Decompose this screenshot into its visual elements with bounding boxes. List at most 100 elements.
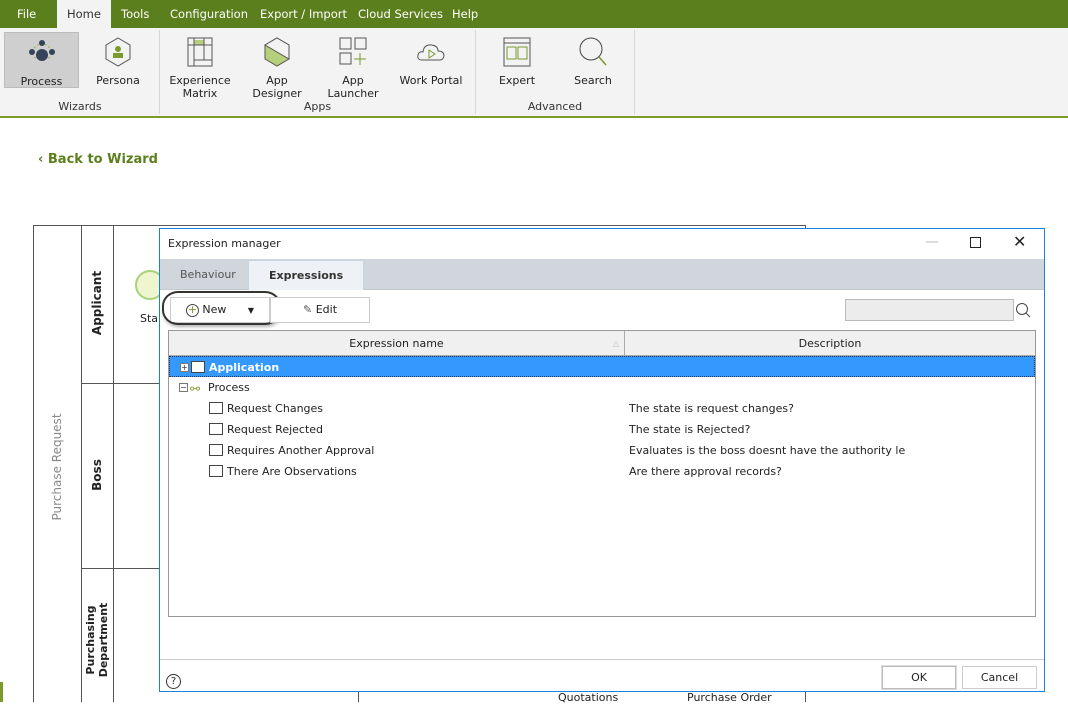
edit-label: Edit bbox=[315, 303, 338, 316]
menu-help[interactable]: Help bbox=[442, 0, 488, 28]
app-designer-button[interactable]: App Designer bbox=[240, 32, 314, 100]
group-advanced: Advanced bbox=[527, 100, 583, 113]
expression-name: There Are Observations bbox=[227, 465, 357, 478]
process-icon bbox=[28, 40, 55, 61]
expression-name: Request Rejected bbox=[227, 423, 324, 436]
table-row[interactable]: + Application bbox=[169, 356, 1035, 377]
menu-home[interactable]: Home bbox=[57, 0, 111, 28]
chevron-left-icon: ‹ bbox=[38, 152, 48, 167]
expression-description: The state is Rejected? bbox=[629, 423, 751, 436]
expression-description: Evaluates is the boss doesnt have the au… bbox=[629, 444, 906, 457]
divider bbox=[634, 30, 635, 114]
menu-export-import[interactable]: Export / Import bbox=[250, 0, 357, 28]
process-tree-icon: ⚯ bbox=[190, 382, 201, 396]
lane-border bbox=[81, 568, 161, 569]
expression-icon bbox=[209, 465, 223, 477]
menu-configuration[interactable]: Configuration bbox=[160, 0, 258, 28]
lane-border bbox=[113, 225, 114, 702]
search-label: Search bbox=[574, 74, 612, 87]
lane-boss: Boss bbox=[90, 459, 104, 491]
search-icon bbox=[579, 37, 607, 66]
expression-icon bbox=[209, 402, 223, 414]
dialog-title: Expression manager bbox=[168, 237, 281, 250]
lane-applicant: Applicant bbox=[90, 270, 104, 336]
menu-file[interactable]: File bbox=[7, 0, 46, 28]
ribbon: Process Persona Wizards Experience Matri… bbox=[0, 28, 1068, 118]
tab-strip: Behaviour Expressions bbox=[160, 259, 1044, 290]
task-quotations[interactable]: Quotations bbox=[558, 691, 618, 704]
persona-button[interactable]: Persona bbox=[86, 32, 150, 88]
footer-divider bbox=[160, 659, 1044, 660]
app-launcher-button[interactable]: App Launcher bbox=[317, 32, 389, 100]
table-row[interactable]: Request Changes The state is request chan… bbox=[169, 398, 1035, 419]
column-header-description[interactable]: Description bbox=[625, 331, 1035, 356]
lane-purchasing: Purchasing Department bbox=[84, 602, 110, 678]
menu-bar: File Home Tools Configuration Export / I… bbox=[0, 0, 1068, 28]
expression-name: Process bbox=[208, 381, 250, 394]
pool-border bbox=[33, 225, 805, 226]
pool-border bbox=[81, 225, 82, 702]
process-button[interactable]: Process bbox=[4, 32, 79, 88]
menu-cloud-services[interactable]: Cloud Services bbox=[348, 0, 453, 28]
expressions-grid: Expression name △ Description + Applicatio… bbox=[168, 330, 1036, 617]
back-label: Back to Wizard bbox=[47, 152, 158, 167]
table-row[interactable]: There Are Observations Are there approval… bbox=[169, 461, 1035, 482]
app-launcher-icon bbox=[339, 37, 367, 65]
expression-icon bbox=[191, 361, 205, 373]
pencil-icon: ✎ bbox=[302, 303, 313, 316]
pool-border bbox=[33, 225, 34, 702]
lane-border bbox=[81, 383, 161, 384]
sort-icon: △ bbox=[612, 339, 619, 348]
expert-icon bbox=[503, 37, 531, 67]
table-row[interactable]: Request Rejected The state is Rejected? bbox=[169, 419, 1035, 440]
column-name-label: Expression name bbox=[349, 337, 444, 350]
task-purchase-order[interactable]: Purchase Order bbox=[687, 691, 772, 704]
highlight-ellipse bbox=[162, 291, 281, 325]
search-icon[interactable] bbox=[1015, 302, 1031, 318]
expression-description: The state is request changes? bbox=[629, 402, 794, 415]
tab-behaviour[interactable]: Behaviour bbox=[160, 260, 256, 290]
expression-name: Request Changes bbox=[227, 402, 324, 415]
expand-icon[interactable]: + bbox=[180, 363, 189, 372]
expert-button[interactable]: Expert bbox=[490, 32, 544, 88]
expert-label: Expert bbox=[498, 74, 536, 87]
scroll-indicator bbox=[0, 682, 3, 702]
expression-icon bbox=[209, 423, 223, 435]
maximize-button[interactable] bbox=[970, 237, 981, 248]
table-row[interactable]: Requires Another Approval Evaluates is th… bbox=[169, 440, 1035, 461]
search-input[interactable] bbox=[845, 299, 1014, 321]
edit-button[interactable]: ✎ Edit bbox=[270, 297, 370, 323]
experience-matrix-button[interactable]: Experience Matrix bbox=[168, 32, 232, 100]
table-row[interactable]: − ⚯ Process bbox=[169, 377, 1035, 398]
cancel-button[interactable]: Cancel bbox=[962, 666, 1037, 689]
lane-border bbox=[358, 691, 359, 702]
app-designer-icon bbox=[264, 37, 290, 67]
group-apps: Apps bbox=[303, 100, 332, 113]
ok-button[interactable]: OK bbox=[882, 666, 956, 689]
back-to-wizard-link[interactable]: ‹ Back to Wizard bbox=[38, 152, 158, 167]
matrix-icon bbox=[187, 37, 213, 67]
expression-description: Are there approval records? bbox=[629, 465, 782, 478]
close-button[interactable]: ✕ bbox=[1013, 232, 1026, 251]
column-header-name[interactable]: Expression name △ bbox=[169, 331, 625, 356]
minimize-button[interactable]: — bbox=[925, 234, 939, 250]
menu-tools[interactable]: Tools bbox=[111, 0, 159, 28]
expression-name: Requires Another Approval bbox=[227, 444, 375, 457]
process-label: Process bbox=[20, 75, 63, 88]
group-wizards: Wizards bbox=[58, 100, 102, 113]
expression-manager-dialog: Expression manager — ✕ Behaviour Express… bbox=[159, 228, 1045, 692]
help-icon[interactable]: ? bbox=[166, 674, 181, 689]
search-button[interactable]: Search bbox=[566, 32, 620, 88]
tab-expressions[interactable]: Expressions bbox=[248, 260, 365, 290]
expression-name: Application bbox=[209, 361, 280, 374]
collapse-icon[interactable]: − bbox=[179, 383, 188, 392]
app-designer-label: App Designer bbox=[252, 74, 302, 100]
persona-icon bbox=[105, 37, 131, 67]
persona-label: Persona bbox=[96, 74, 140, 87]
work-portal-label: Work Portal bbox=[399, 74, 463, 87]
app-launcher-label: App Launcher bbox=[327, 74, 379, 100]
pool-label: Purchase Request bbox=[50, 413, 64, 521]
cloud-play-icon bbox=[417, 44, 445, 61]
experience-matrix-label: Experience Matrix bbox=[169, 74, 231, 100]
work-portal-button[interactable]: Work Portal bbox=[397, 32, 465, 88]
